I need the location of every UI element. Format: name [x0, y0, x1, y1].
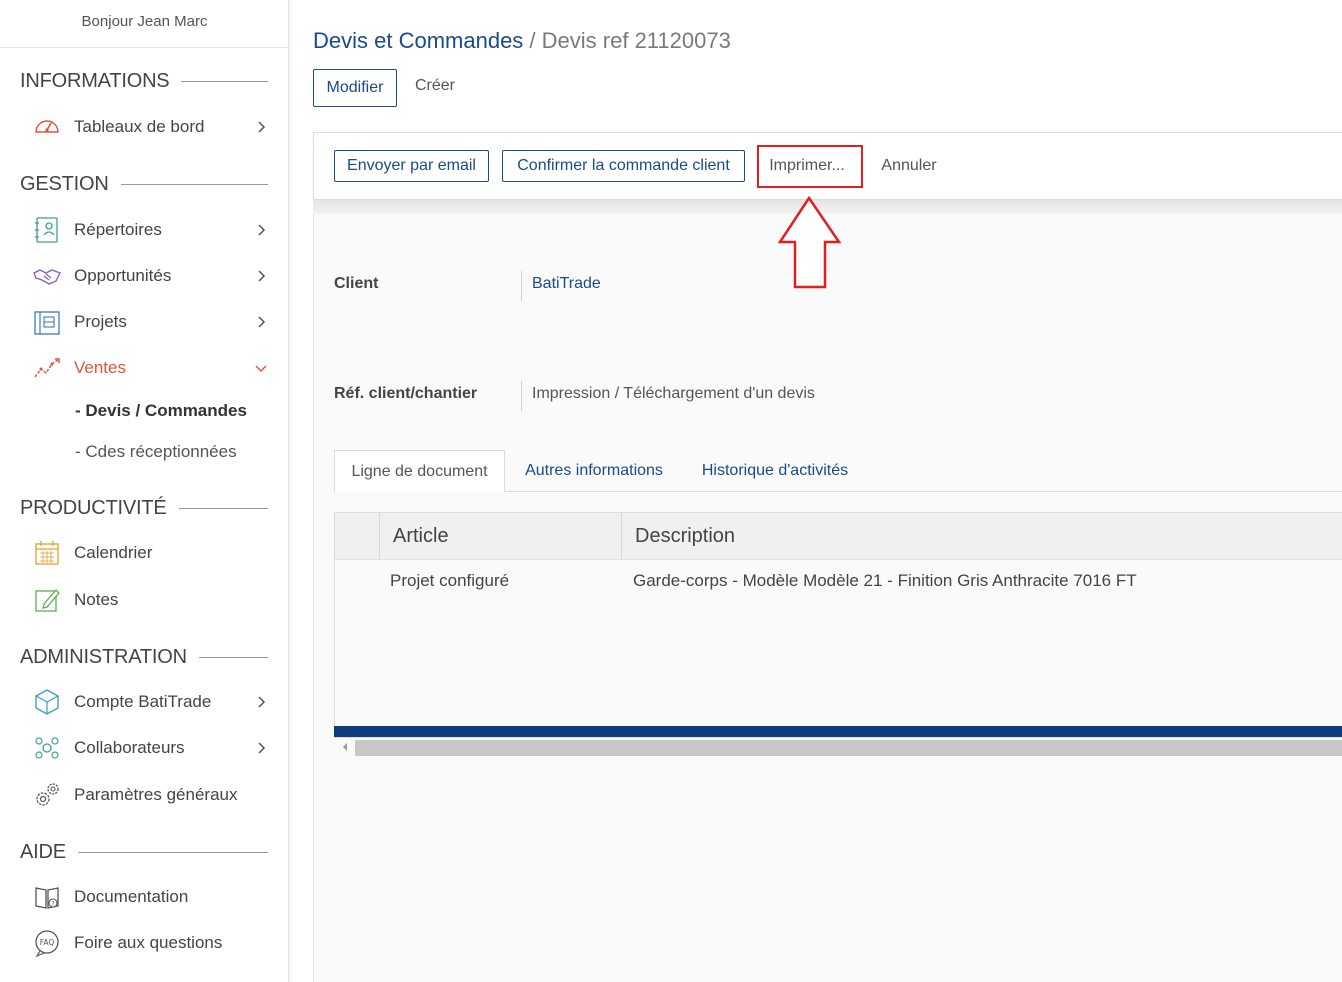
- tab-modifier[interactable]: Modifier: [313, 69, 397, 107]
- handshake-icon: [32, 261, 62, 291]
- section-divider: [198, 657, 268, 658]
- document-lines-grid: Article Description Projet configuré Gar…: [334, 512, 1342, 738]
- svg-text:FAQ: FAQ: [40, 938, 55, 947]
- book-icon: ?: [32, 882, 62, 912]
- grid-footer-bar: [334, 726, 1342, 737]
- greeting: Bonjour Jean Marc: [0, 0, 289, 48]
- chevron-right-icon: [258, 742, 266, 754]
- breadcrumb-link[interactable]: Devis et Commandes: [313, 28, 523, 53]
- field-separator: [521, 381, 522, 411]
- chevron-right-icon: [258, 696, 266, 708]
- sidebar-item-calendrier[interactable]: Calendrier: [32, 535, 272, 571]
- svg-text:?: ?: [51, 901, 54, 908]
- sidebar-item-parametres[interactable]: Paramètres généraux: [32, 777, 272, 813]
- gears-icon: [32, 780, 62, 810]
- cube-icon: [32, 687, 62, 717]
- sidebar-item-collaborateurs[interactable]: Collaborateurs: [32, 730, 272, 766]
- faq-icon: FAQ: [32, 928, 62, 958]
- chevron-right-icon: [258, 224, 266, 236]
- sidebar-item-label: Compte BatiTrade: [74, 692, 212, 711]
- sales-chart-icon: [32, 353, 62, 383]
- sidebar-item-faq[interactable]: FAQ Foire aux questions: [32, 925, 272, 961]
- sidebar-item-ventes[interactable]: Ventes: [32, 350, 272, 386]
- blueprint-icon: [32, 307, 62, 337]
- sidebar-item-repertoires[interactable]: Répertoires: [32, 212, 272, 248]
- section-title: PRODUCTIVITÉ: [20, 497, 167, 519]
- cell-description[interactable]: Garde-corps - Modèle Modèle 21 - Finitio…: [633, 571, 1137, 591]
- sidebar-subitem-cdes[interactable]: - Cdes réceptionnées: [75, 442, 237, 468]
- breadcrumb-separator: /: [523, 28, 542, 53]
- sidebar-item-notes[interactable]: Notes: [32, 582, 272, 618]
- chevron-right-icon: [258, 316, 266, 328]
- section-title: INFORMATIONS: [20, 70, 170, 92]
- notes-edit-icon: [32, 585, 62, 615]
- client-value-link[interactable]: BatiTrade: [532, 275, 601, 293]
- calendar-icon: [32, 538, 62, 568]
- column-header-description[interactable]: Description: [621, 513, 1342, 560]
- section-divider: [120, 184, 268, 185]
- client-label: Client: [334, 275, 379, 292]
- section-title: GESTION: [20, 173, 109, 195]
- ref-label: Réf. client/chantier: [334, 385, 478, 402]
- page-title-text: Devis ref 21120073: [541, 28, 731, 53]
- section-divider: [77, 852, 268, 853]
- section-administration: ADMINISTRATION: [20, 646, 268, 669]
- sidebar-item-label: Répertoires: [74, 220, 162, 239]
- tab-autres-informations[interactable]: Autres informations: [514, 450, 674, 492]
- section-title: ADMINISTRATION: [20, 646, 187, 668]
- dashboard-gauge-icon: [32, 112, 62, 142]
- sidebar-item-label: Notes: [74, 590, 119, 609]
- sidebar-item-label: Foire aux questions: [74, 933, 223, 952]
- chevron-down-icon: [255, 365, 267, 373]
- cell-article[interactable]: Projet configuré: [390, 571, 509, 591]
- sidebar-item-label: Projets: [74, 312, 127, 331]
- scroll-left-icon[interactable]: [340, 741, 350, 753]
- section-informations: INFORMATIONS: [20, 70, 268, 93]
- grid-header: Article Description: [335, 513, 1342, 560]
- confirm-order-button[interactable]: Confirmer la commande client: [502, 150, 745, 182]
- contacts-icon: [32, 215, 62, 245]
- print-highlight-box: [757, 145, 863, 188]
- section-divider: [181, 81, 268, 82]
- tab-ligne-document[interactable]: Ligne de document: [334, 450, 505, 492]
- section-divider: [178, 508, 268, 509]
- chevron-right-icon: [258, 270, 266, 282]
- tab-underline: [504, 491, 1342, 492]
- sidebar-item-label: Ventes: [74, 358, 126, 377]
- tab-historique[interactable]: Historique d'activités: [690, 450, 860, 492]
- sidebar: Bonjour Jean Marc INFORMATIONS Tableaux …: [0, 0, 289, 982]
- sidebar-item-projets[interactable]: Projets: [32, 304, 272, 340]
- sidebar-item-opportunites[interactable]: Opportunités: [32, 258, 272, 294]
- column-header-article[interactable]: Article: [379, 513, 622, 560]
- send-email-button[interactable]: Envoyer par email: [334, 150, 489, 182]
- section-aide: AIDE: [20, 841, 268, 864]
- sidebar-item-compte[interactable]: Compte BatiTrade: [32, 684, 272, 720]
- section-title: AIDE: [20, 841, 66, 863]
- sidebar-item-label: Tableaux de bord: [74, 117, 205, 136]
- sidebar-item-documentation[interactable]: ? Documentation: [32, 879, 272, 915]
- sidebar-subitem-devis[interactable]: - Devis / Commandes: [75, 401, 247, 427]
- section-gestion: GESTION: [20, 173, 268, 196]
- field-separator: [521, 271, 522, 301]
- horizontal-scrollbar[interactable]: [355, 740, 1342, 756]
- ref-value[interactable]: Impression / Téléchargement d'un devis: [532, 385, 815, 403]
- sidebar-item-tableaux[interactable]: Tableaux de bord: [32, 109, 272, 145]
- chevron-right-icon: [258, 121, 266, 133]
- cancel-button[interactable]: Annuler: [874, 150, 944, 182]
- page-title: Devis et Commandes / Devis ref 21120073: [313, 28, 731, 54]
- sidebar-item-label: Collaborateurs: [74, 738, 185, 757]
- tab-creer[interactable]: Créer: [413, 67, 457, 105]
- sidebar-item-label: Calendrier: [74, 543, 153, 562]
- team-icon: [32, 733, 62, 763]
- up-arrow-annotation-icon: [778, 196, 842, 289]
- sidebar-item-label: Opportunités: [74, 266, 172, 285]
- section-productivite: PRODUCTIVITÉ: [20, 497, 268, 520]
- sidebar-item-label: Documentation: [74, 887, 189, 906]
- sidebar-item-label: Paramètres généraux: [74, 785, 238, 804]
